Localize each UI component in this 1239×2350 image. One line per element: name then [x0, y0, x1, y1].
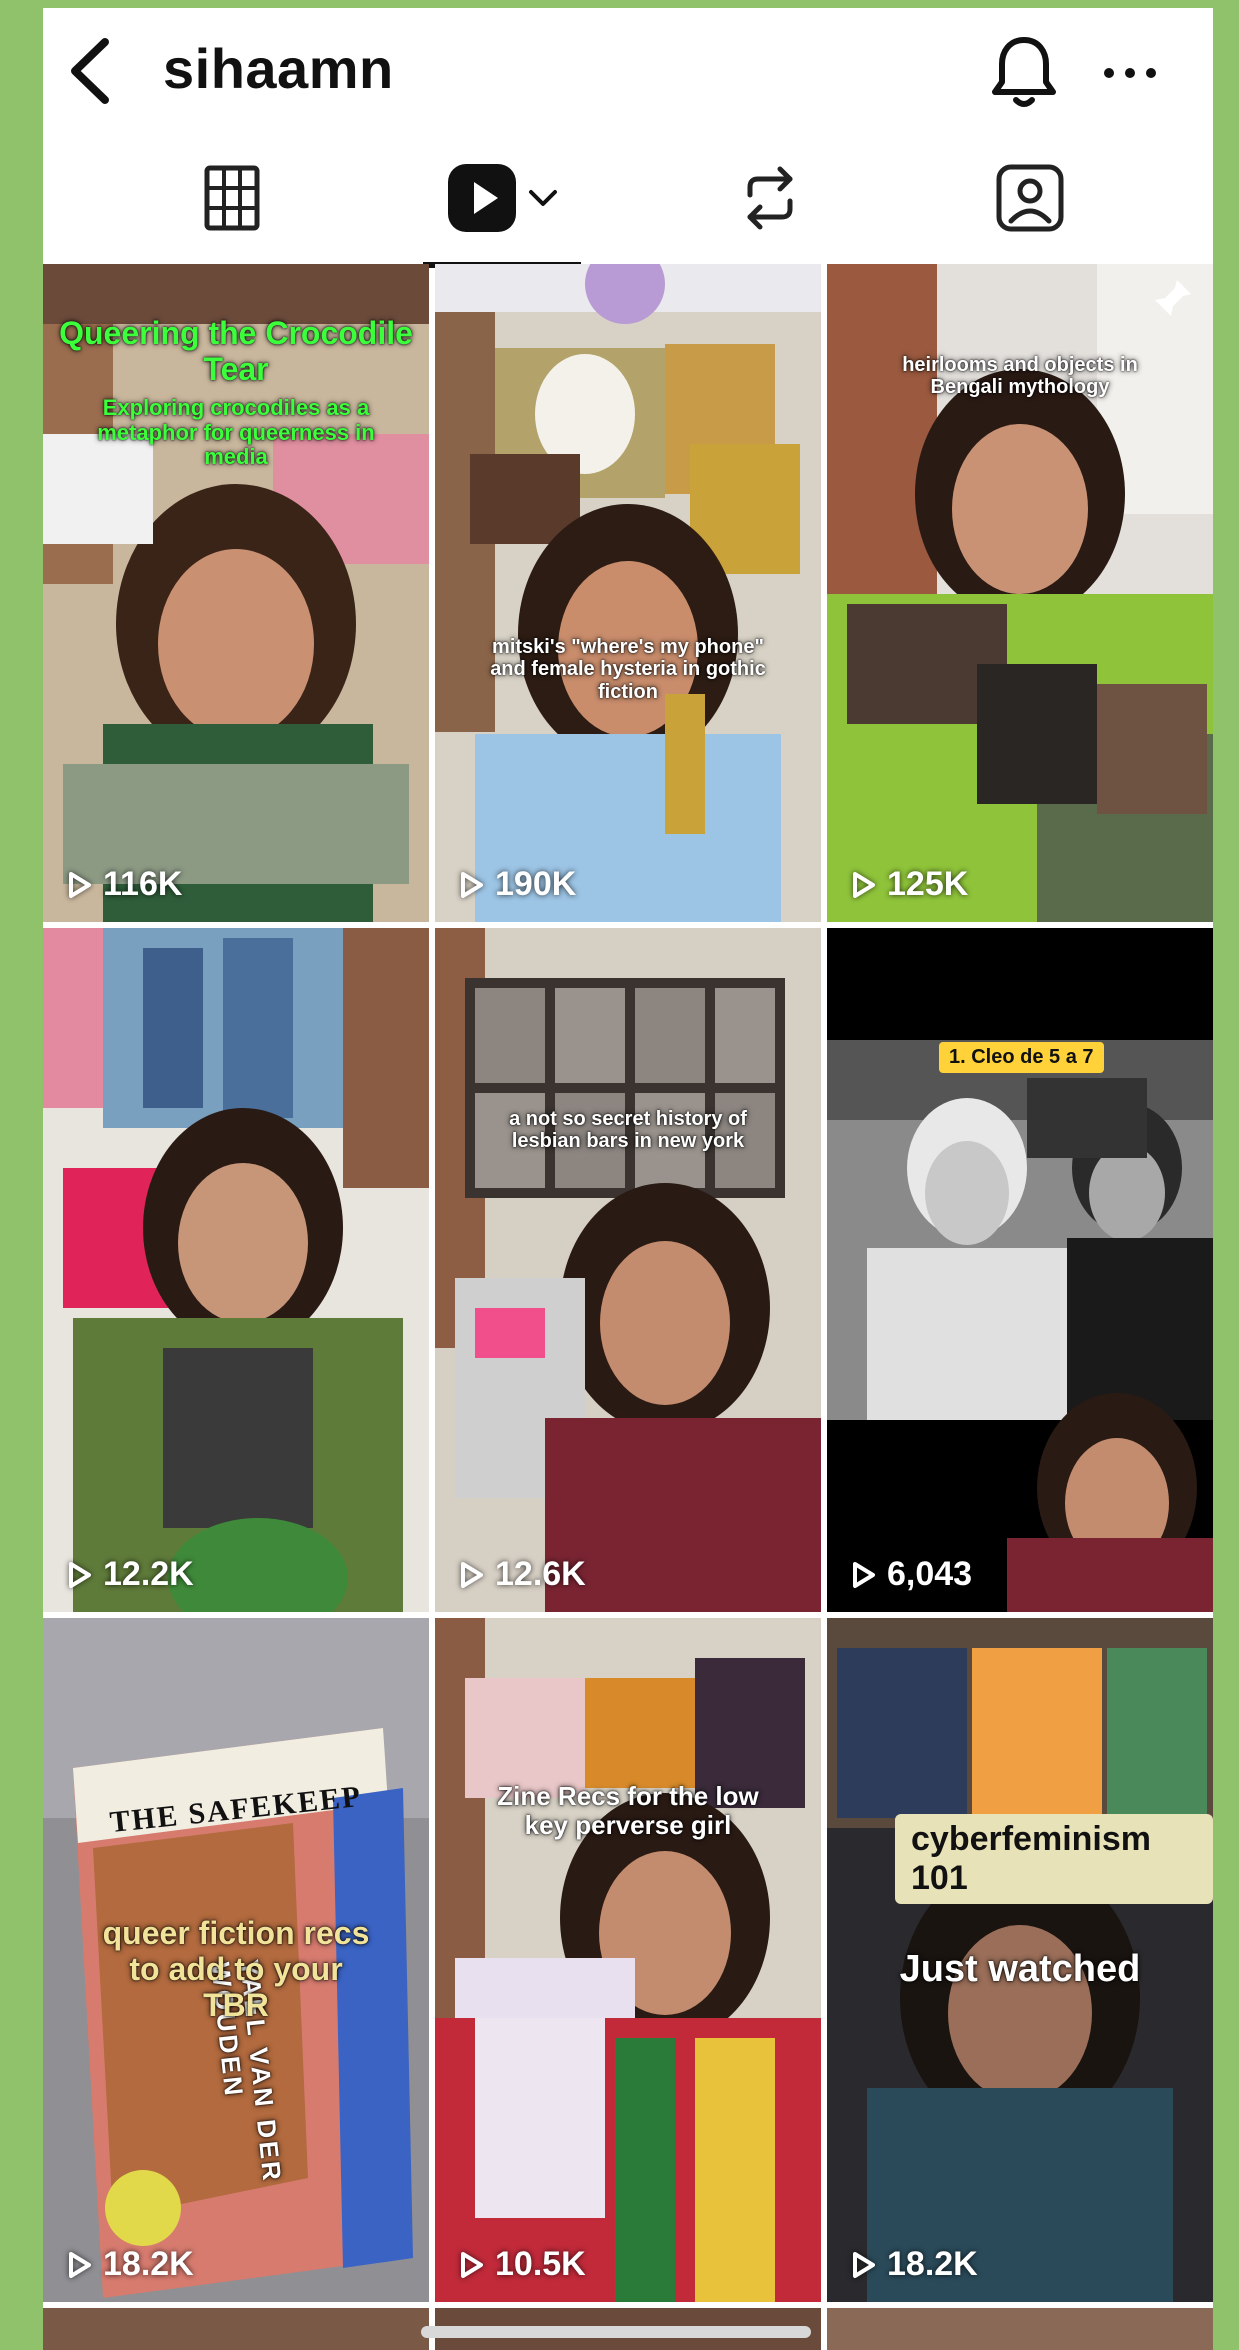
profile-username: sihaamn	[163, 37, 394, 100]
video-thumbnail[interactable]: 1. Cleo de 5 a 7 6,043	[827, 928, 1213, 1612]
video-thumbnail[interactable]: cyberfeminism 101 Just watched 18.2K	[827, 1618, 1213, 2302]
play-outline-icon	[853, 871, 875, 898]
play-outline-icon	[461, 2251, 483, 2278]
video-caption: mitski's "where's my phone" and female h…	[490, 636, 766, 703]
repost-icon	[747, 166, 793, 230]
view-count-text: 12.2K	[103, 1555, 194, 1593]
video-thumbnail[interactable]	[43, 2308, 429, 2350]
play-icon	[448, 164, 516, 232]
back-button[interactable]	[61, 34, 121, 108]
view-count: 12.6K	[455, 1555, 586, 1594]
view-count-text: 190K	[495, 865, 577, 903]
view-count: 18.2K	[847, 2245, 978, 2284]
view-count: 190K	[455, 865, 576, 904]
tab-tagged[interactable]	[940, 138, 1120, 258]
profile-tabs	[43, 138, 1213, 258]
tab-videos[interactable]	[413, 138, 593, 258]
more-options-button[interactable]	[1095, 48, 1165, 98]
play-outline-icon	[461, 1561, 483, 1588]
play-outline-icon	[853, 2251, 875, 2278]
play-outline-icon	[69, 1561, 91, 1588]
view-count-text: 6,043	[887, 1555, 973, 1593]
video-grid: Queering the Crocodile Tear Exploring cr…	[43, 264, 1213, 2350]
video-thumbnail[interactable]	[827, 2308, 1213, 2350]
play-outline-icon	[461, 871, 483, 898]
video-thumbnail[interactable]: Zine Recs for the low key perverse girl …	[435, 1618, 821, 2302]
video-thumbnail[interactable]: 12.2K	[43, 928, 429, 1612]
video-caption: a not so secret history of lesbian bars …	[509, 1108, 747, 1153]
video-badge: 1. Cleo de 5 a 7	[939, 1042, 1104, 1073]
video-subtitle: Exploring crocodiles as a metaphor for q…	[97, 395, 375, 470]
video-caption: Zine Recs for the low key perverse girl	[497, 1781, 759, 1841]
view-count-text: 12.6K	[495, 1555, 586, 1593]
video-title: Queering the Crocodile Tear	[59, 315, 413, 387]
video-thumbnail[interactable]: Queering the Crocodile Tear Exploring cr…	[43, 264, 429, 922]
view-count: 125K	[847, 865, 968, 904]
view-count: 6,043	[847, 1555, 972, 1594]
play-outline-icon	[69, 2251, 91, 2278]
chevron-down-icon	[529, 190, 557, 206]
view-count-text: 10.5K	[495, 2245, 586, 2283]
profile-header: sihaamn	[43, 8, 1213, 138]
view-count: 12.2K	[63, 1555, 194, 1594]
video-thumbnail[interactable]: heirlooms and objects in Bengali mytholo…	[827, 264, 1213, 922]
view-count-text: 116K	[103, 865, 183, 903]
video-thumbnail[interactable]: THE SAFEKEEP YAEL VAN DER WOUDEN queer f…	[43, 1618, 429, 2302]
view-count-text: 18.2K	[103, 2245, 194, 2283]
view-count: 18.2K	[63, 2245, 194, 2284]
notifications-button[interactable]	[983, 30, 1065, 112]
tab-grid[interactable]	[142, 138, 322, 258]
play-outline-icon	[69, 871, 91, 898]
view-count: 116K	[63, 865, 182, 904]
tagged-person-icon	[996, 164, 1064, 232]
video-caption: Just watched	[899, 1948, 1141, 1990]
tab-reposts[interactable]	[680, 138, 860, 258]
bell-icon	[992, 37, 1056, 107]
view-count-text: 18.2K	[887, 2245, 978, 2283]
video-thumbnail[interactable]: mitski's "where's my phone" and female h…	[435, 264, 821, 922]
video-caption: heirlooms and objects in Bengali mytholo…	[902, 354, 1138, 399]
topic-pill: cyberfeminism 101	[895, 1814, 1213, 1904]
more-horizontal-icon	[1104, 68, 1156, 78]
pinned-icon	[1153, 278, 1193, 323]
view-count-text: 125K	[887, 865, 969, 903]
home-indicator	[421, 2326, 811, 2338]
grid-icon	[204, 165, 260, 231]
video-thumbnail[interactable]: a not so secret history of lesbian bars …	[435, 928, 821, 1612]
play-outline-icon	[853, 1561, 875, 1588]
chevron-left-icon	[71, 38, 109, 104]
view-count: 10.5K	[455, 2245, 586, 2284]
video-caption: queer fiction recs to add to your TBR	[102, 1915, 370, 2023]
tiktok-profile-screen: sihaamn Queering the Crocodile Tear Expl…	[43, 8, 1213, 2350]
